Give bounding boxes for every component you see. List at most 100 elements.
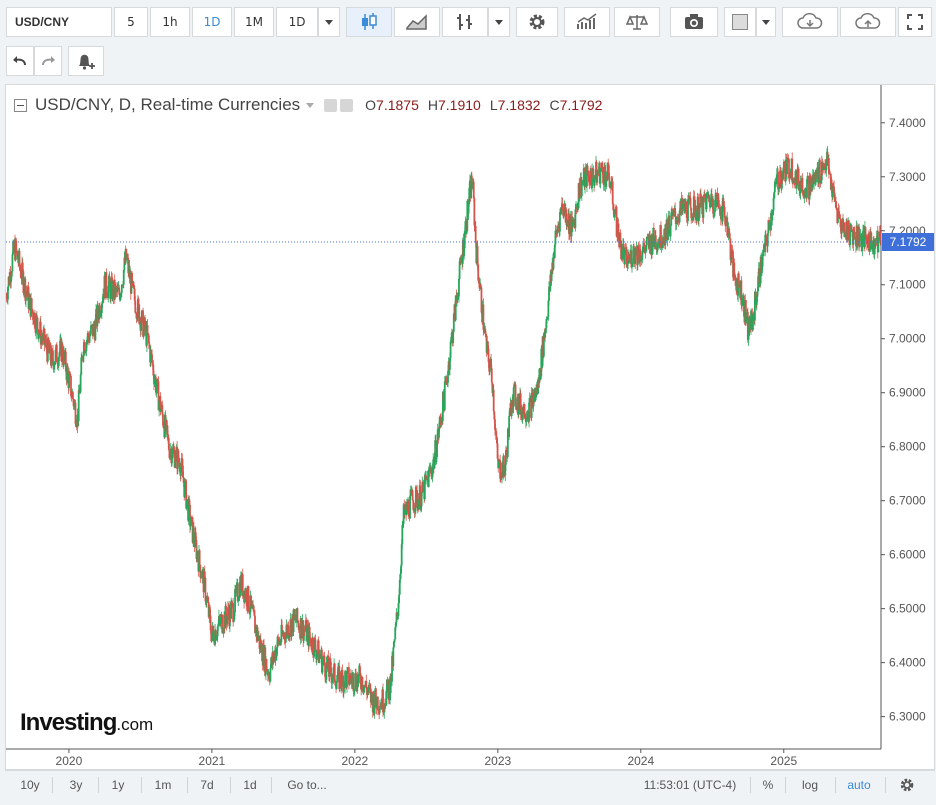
legend-open: O7.1875: [365, 97, 419, 113]
area-chart-icon: [406, 14, 427, 30]
color-dropdown-button[interactable]: [756, 7, 776, 37]
y-tick-label: 6.8000: [889, 440, 926, 454]
candle-body: [678, 210, 681, 223]
range-3y-button[interactable]: 3y: [59, 771, 93, 799]
compare-button[interactable]: [614, 7, 660, 37]
candle-body: [309, 637, 312, 639]
candle-body: [667, 233, 669, 241]
candle-body: [247, 586, 250, 610]
symbol-field[interactable]: USD/CNY: [6, 7, 112, 37]
style-dropdown-button[interactable]: [488, 7, 510, 37]
undo-button[interactable]: [6, 46, 34, 76]
candle-body: [728, 233, 731, 239]
range-1d-button[interactable]: 1d: [235, 771, 265, 799]
indicators-button[interactable]: [564, 7, 610, 37]
y-tick-label: 6.7000: [889, 494, 926, 508]
chevron-down-icon: [495, 19, 503, 25]
auto-scale-button[interactable]: auto: [841, 771, 877, 799]
visibility-icon[interactable]: [324, 98, 338, 112]
candle-body: [514, 384, 517, 406]
y-tick-label: 6.5000: [889, 602, 926, 616]
gear-icon: [529, 14, 545, 30]
close-label: C: [549, 97, 560, 113]
candle-body: [140, 323, 143, 331]
redo-button[interactable]: [34, 46, 62, 76]
legend-high: H7.1910: [428, 97, 481, 113]
candle-body: [689, 197, 692, 208]
chevron-down-icon[interactable]: [306, 102, 315, 108]
percent-scale-button[interactable]: %: [757, 771, 779, 799]
candle-body: [378, 706, 381, 713]
legend-title[interactable]: USD/CNY, D, Real-time Currencies: [35, 95, 300, 115]
candles-style-button[interactable]: [346, 7, 392, 37]
candle-body: [392, 647, 395, 667]
low-label: L: [489, 97, 498, 113]
chevron-down-icon: [762, 19, 770, 25]
price-chart[interactable]: 7.40007.30007.20007.10007.00006.90006.80…: [6, 85, 934, 769]
candle-body: [146, 325, 149, 334]
candle-body: [352, 673, 355, 692]
divider: [271, 777, 272, 793]
fullscreen-icon: [907, 14, 923, 30]
open-value: 7.1875: [376, 97, 419, 113]
interval-custom-button[interactable]: 1D: [276, 7, 318, 37]
fullscreen-button[interactable]: [898, 7, 932, 37]
candle-body: [490, 368, 493, 383]
x-tick-label: 2020: [56, 754, 83, 768]
range-1y-button[interactable]: 1y: [103, 771, 133, 799]
color-swatch-icon: [732, 14, 748, 30]
high-value: 7.1910: [438, 97, 481, 113]
interval-label: 5: [127, 15, 135, 29]
range-1m-button[interactable]: 1m: [146, 771, 180, 799]
save-layout-button[interactable]: [840, 7, 896, 37]
interval-1d-button[interactable]: 1D: [192, 7, 232, 37]
candle-body: [80, 357, 83, 375]
candle-body: [182, 477, 185, 483]
chart-widget: USD/CNY 5 1h 1D 1M 1D 7.4000 7.3000 7.20…: [0, 0, 936, 805]
goto-date-button[interactable]: Go to...: [277, 771, 337, 799]
load-layout-button[interactable]: [782, 7, 838, 37]
alert-button[interactable]: [68, 46, 104, 76]
candle-body: [11, 254, 14, 272]
range-10y-button[interactable]: 10y: [13, 771, 47, 799]
interval-1m-button[interactable]: 1M: [234, 7, 274, 37]
range-7d-button[interactable]: 7d: [191, 771, 223, 799]
chart-panel[interactable]: 7.4000 7.3000 7.2000 7.1000 7.0000 6.9000 6.80…: [5, 84, 935, 770]
candle-body: [474, 226, 477, 243]
chart-settings-button[interactable]: [895, 771, 919, 799]
indicators-icon: [577, 13, 597, 29]
candle-body: [376, 696, 379, 711]
y-tick-label: 6.4000: [889, 656, 926, 670]
candle-body: [398, 594, 401, 604]
high-label: H: [427, 97, 438, 113]
camera-icon: [685, 14, 703, 29]
interval-dropdown-button[interactable]: [318, 7, 340, 37]
logo-suffix: .com: [116, 715, 154, 734]
candles-icon: [362, 13, 377, 30]
interval-5-button[interactable]: 5: [114, 7, 148, 37]
candle-body: [879, 231, 882, 240]
interval-1h-button[interactable]: 1h: [150, 7, 190, 37]
candle-body: [151, 354, 153, 363]
settings-button[interactable]: [516, 7, 558, 37]
candle-body: [492, 389, 495, 412]
y-tick-label: 6.6000: [889, 548, 926, 562]
scales-icon: [625, 15, 649, 30]
y-tick-label: 7.4000: [889, 116, 926, 130]
chart-legend: USD/CNY, D, Real-time Currencies O7.1875…: [14, 95, 602, 115]
gear-icon[interactable]: [340, 98, 354, 112]
bars-style-button[interactable]: [442, 7, 488, 37]
log-scale-button[interactable]: log: [795, 771, 825, 799]
legend-low: L7.1832: [490, 97, 541, 113]
interval-label: 1M: [245, 15, 263, 29]
low-value: 7.1832: [497, 97, 541, 113]
snapshot-button[interactable]: [670, 7, 718, 37]
divider: [885, 777, 886, 793]
collapse-legend-icon[interactable]: [14, 98, 27, 112]
close-value: 7.1792: [559, 97, 603, 113]
y-tick-label: 7.1000: [889, 278, 926, 292]
x-tick-label: 2024: [627, 754, 654, 768]
area-style-button[interactable]: [394, 7, 440, 37]
color-swatch-button[interactable]: [724, 7, 756, 37]
y-tick-label: 7.3000: [889, 170, 926, 184]
